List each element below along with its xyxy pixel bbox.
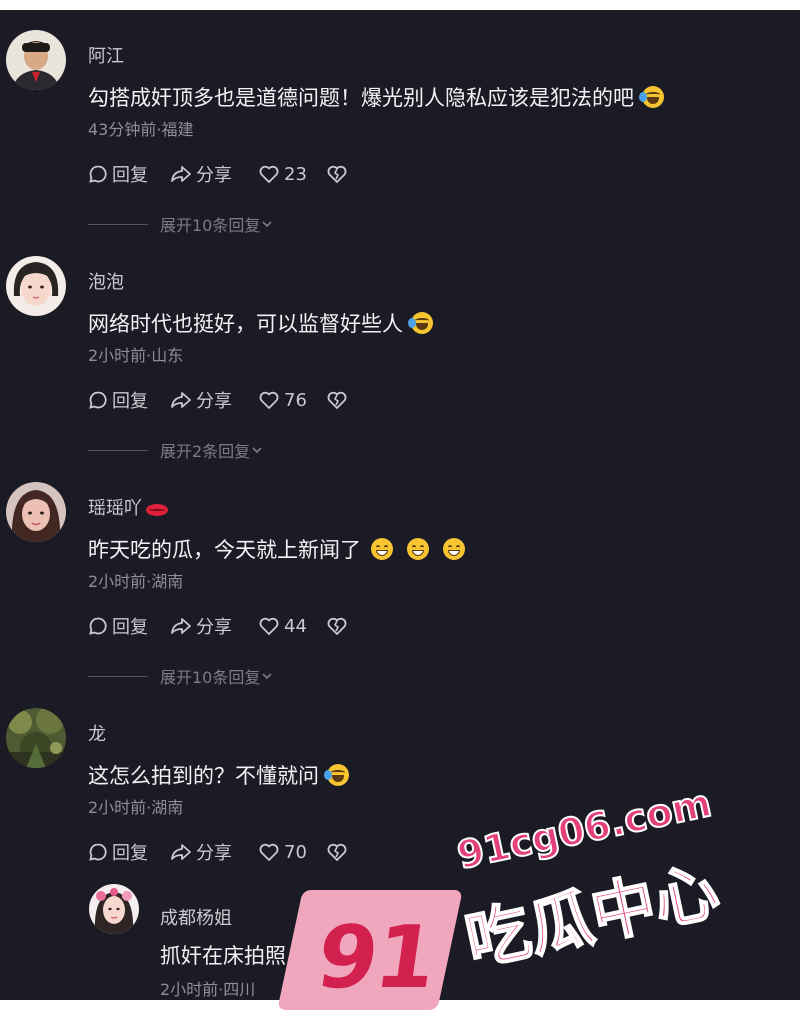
expand-replies-label: 展开10条回复 (160, 216, 261, 235)
laughing-crying-emoji (639, 86, 664, 108)
share-arrow-icon (171, 392, 191, 408)
chevron-down-icon (262, 221, 272, 228)
avatar[interactable] (6, 256, 66, 316)
watermark: 91 91cg06.com 吃瓜中心 (277, 780, 726, 1010)
heart-icon (259, 391, 279, 409)
comment-meta: 43分钟前·福建 (88, 120, 194, 139)
expand-replies-label: 展开10条回复 (160, 668, 261, 687)
username[interactable]: 龙 (88, 720, 106, 746)
avatar[interactable] (6, 708, 66, 768)
like-button[interactable]: 76 (258, 390, 326, 411)
grinning-emoji (443, 538, 465, 560)
username[interactable]: 成都杨姐 (160, 904, 232, 930)
heart-icon (259, 165, 279, 183)
share-arrow-icon (171, 618, 191, 634)
reply-text: 抓奸在床拍照 (160, 944, 286, 968)
divider (88, 449, 148, 451)
laughing-crying-emoji (324, 764, 349, 786)
username[interactable]: 泡泡 (88, 268, 124, 294)
share-label: 分享 (196, 843, 232, 864)
share-button[interactable]: 分享 (170, 613, 258, 639)
dislike-button[interactable] (326, 616, 348, 636)
comment-text: 这怎么拍到的？不懂就问 (88, 760, 349, 790)
reply-button[interactable]: 回复 (88, 161, 170, 187)
heart-icon (259, 843, 279, 861)
reply-label: 回复 (112, 165, 148, 186)
username-text: 瑶瑶吖 (88, 498, 142, 519)
comment-meta: 2小时前·湖南 (88, 572, 184, 591)
comment-text-content: 勾搭成奸顶多也是道德问题！爆光别人隐私应该是犯法的吧 (88, 86, 634, 110)
comment-item: 瑶瑶吖 昨天吃的瓜，今天就上新闻了 2小时前·湖南 回复 分享 44 展开10条… (0, 462, 800, 688)
comment-text-content: 网络时代也挺好，可以监督好些人 (88, 312, 403, 336)
share-button[interactable]: 分享 (170, 387, 258, 413)
divider (88, 223, 148, 225)
share-button[interactable]: 分享 (170, 161, 258, 187)
share-arrow-icon (171, 844, 191, 860)
comment-text-content: 昨天吃的瓜，今天就上新闻了 (88, 538, 361, 562)
like-count: 76 (284, 389, 307, 411)
comment-bubble-icon (89, 617, 107, 635)
share-button[interactable]: 分享 (170, 839, 258, 865)
comment-bubble-icon (89, 391, 107, 409)
share-label: 分享 (196, 617, 232, 638)
expand-replies-button[interactable]: 展开2条回复 (88, 438, 264, 462)
comment-bubble-icon (89, 165, 107, 183)
broken-heart-icon (327, 617, 347, 635)
share-label: 分享 (196, 165, 232, 186)
comment-meta: 2小时前·山东 (88, 346, 184, 365)
grinning-emoji (407, 538, 429, 560)
dislike-button[interactable] (326, 164, 348, 184)
lips-icon (146, 504, 168, 516)
username[interactable]: 瑶瑶吖 (88, 494, 168, 520)
comment-bubble-icon (89, 843, 107, 861)
reply-button[interactable]: 回复 (88, 613, 170, 639)
comment-text-content: 这怎么拍到的？不懂就问 (88, 764, 319, 788)
expand-replies-button[interactable]: 展开10条回复 (88, 212, 274, 236)
grinning-emoji (371, 538, 393, 560)
expand-replies-label: 展开2条回复 (160, 442, 251, 461)
comment-text: 昨天吃的瓜，今天就上新闻了 (88, 534, 465, 564)
avatar[interactable] (89, 884, 139, 934)
reply-label: 回复 (112, 391, 148, 412)
comment-item: 泡泡 网络时代也挺好，可以监督好些人 2小时前·山东 回复 分享 76 展开2条… (0, 236, 800, 462)
divider (88, 675, 148, 677)
expand-replies-button[interactable]: 展开10条回复 (88, 664, 274, 688)
reply-label: 回复 (112, 843, 148, 864)
avatar[interactable] (6, 482, 66, 542)
comment-text: 网络时代也挺好，可以监督好些人 (88, 308, 433, 338)
chevron-down-icon (252, 447, 262, 454)
broken-heart-icon (327, 165, 347, 183)
reply-button[interactable]: 回复 (88, 387, 170, 413)
dislike-button[interactable] (326, 390, 348, 410)
watermark-number: 91 (310, 908, 441, 1008)
comment-item: 阿江 勾搭成奸顶多也是道德问题！爆光别人隐私应该是犯法的吧 43分钟前·福建 回… (0, 10, 800, 236)
broken-heart-icon (327, 391, 347, 409)
like-button[interactable]: 23 (258, 164, 326, 185)
like-button[interactable]: 44 (258, 616, 326, 637)
reply-label: 回复 (112, 617, 148, 638)
comment-actions: 回复 分享 23 (88, 160, 348, 188)
username[interactable]: 阿江 (88, 42, 124, 68)
comment-actions: 回复 分享 44 (88, 612, 348, 640)
share-label: 分享 (196, 391, 232, 412)
comment-actions: 回复 分享 76 (88, 386, 348, 414)
heart-icon (259, 617, 279, 635)
like-count: 44 (284, 615, 307, 637)
chevron-down-icon (262, 673, 272, 680)
laughing-crying-emoji (408, 312, 433, 334)
avatar[interactable] (6, 30, 66, 90)
share-arrow-icon (171, 166, 191, 182)
comment-text: 勾搭成奸顶多也是道德问题！爆光别人隐私应该是犯法的吧 (88, 82, 664, 112)
like-count: 23 (284, 163, 307, 185)
reply-button[interactable]: 回复 (88, 839, 170, 865)
comment-meta: 2小时前·湖南 (88, 798, 184, 817)
reply-meta: 2小时前·四川 (160, 980, 256, 999)
